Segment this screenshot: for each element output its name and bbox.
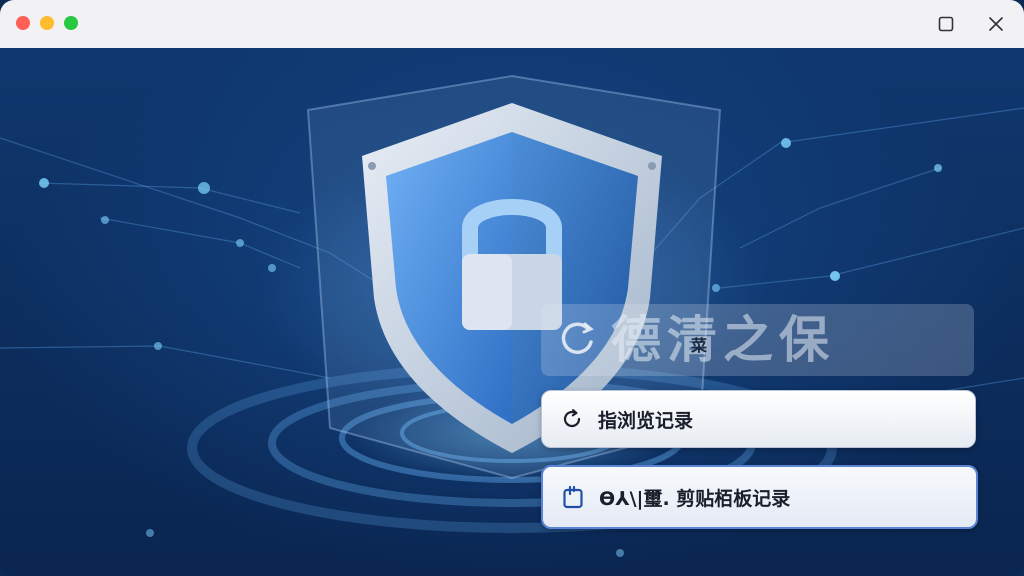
clear-browsing-history-button[interactable]: 指浏览记录 — [541, 390, 976, 448]
app-window: 德清之保 菜 指浏览记录 Ѳ⅄\|璽. 剪贴栢板记录 — [0, 0, 1024, 576]
x-icon — [989, 17, 1003, 31]
clipboard-label: Ѳ⅄\|璽. 剪贴栢板记录 — [599, 488, 791, 510]
brand-subtitle: 菜 — [691, 336, 708, 355]
hero-area: 德清之保 菜 指浏览记录 Ѳ⅄\|璽. 剪贴栢板记录 — [0, 48, 1024, 576]
square-icon — [938, 16, 954, 32]
close-dot[interactable] — [16, 16, 30, 30]
clipboard-icon — [563, 485, 583, 509]
maximize-button[interactable] — [934, 12, 958, 36]
shield-refresh-icon — [561, 322, 594, 355]
history-label: 指浏览记录 — [598, 410, 694, 432]
clear-clipboard-history-button[interactable]: Ѳ⅄\|璽. 剪贴栢板记录 — [541, 465, 978, 529]
title-bar — [0, 0, 1024, 49]
brand-title: 德清之保 — [611, 310, 835, 369]
brand-banner: 德清之保 菜 — [541, 304, 974, 376]
minimize-dot[interactable] — [40, 16, 54, 30]
refresh-icon — [563, 409, 581, 428]
close-button[interactable] — [984, 12, 1008, 36]
zoom-dot[interactable] — [64, 16, 78, 30]
